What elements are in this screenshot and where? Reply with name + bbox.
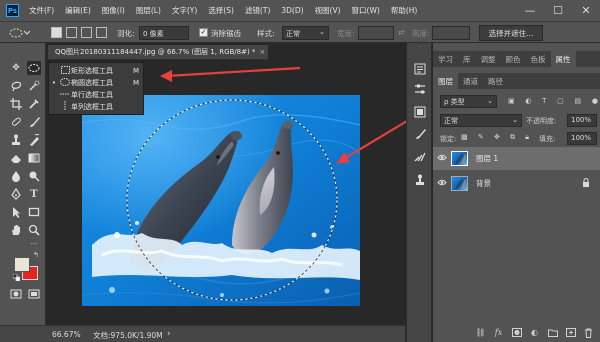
lock-position-icon[interactable]: ✥ [494,133,500,143]
new-group-icon[interactable] [546,326,559,339]
collapsed-panels-dock: ·· [406,43,432,342]
lock-icon [582,178,600,189]
filter-toggle-icon[interactable]: ● [592,97,598,107]
blend-mode-value: 正常 [444,117,458,125]
top-panel-tabs: 学习 库 调整 颜色 色板 属性 [433,51,600,67]
eye-icon[interactable] [433,154,451,163]
link-layers-icon[interactable]: ⛓︎ [474,326,487,339]
chevron-down-icon: ⌄ [487,97,493,105]
layer-filter-icons: ▣ ◐ T ▢ ▤ ● [508,97,598,107]
brushes-panel-icon[interactable] [414,151,426,163]
layer-name[interactable]: 图层 1 [476,153,600,164]
lock-image-pixels-icon[interactable]: ✎ [478,133,484,143]
blend-mode-select[interactable]: 正常 ⌄ [440,114,522,127]
opacity-label: 不透明度: [526,117,557,125]
clone-source-icon[interactable] [414,174,426,186]
status-bar: 66.67% 文档:975.0K/1.90M › [0,325,405,342]
tab-adjustments[interactable]: 调整 [476,51,501,67]
status-menu-arrow-icon[interactable]: › [167,329,171,339]
right-panels: 学习 库 调整 颜色 色板 属性 图层 通道 路径 ρ 类型 ⌄ ▣ ◐ T ▢… [433,43,600,342]
adjustment-layer-icon[interactable]: ◐ [528,326,541,339]
fill-value: 100% [571,134,592,142]
layer-kind-filter-value: ρ 类型 [444,98,465,106]
tab-properties[interactable]: 属性 [550,51,576,67]
tab-swatches[interactable]: 色板 [526,51,551,67]
layers-panel-icon[interactable] [414,106,426,118]
layer-thumbnail [451,176,468,191]
lock-all-icon[interactable]: 🔒︎ [525,133,529,143]
zoom-level[interactable]: 66.67% [52,330,81,339]
arrow-to-flyout [160,66,301,82]
layers-panel-footer: ⛓︎ fx ◐ [433,323,600,342]
type-filter-icon[interactable]: T [542,97,546,107]
chevron-down-icon: ⌄ [512,116,518,124]
smart-object-filter-icon[interactable]: ▤ [575,97,582,107]
history-panel-icon[interactable] [414,63,426,75]
layer-name[interactable]: 背景 [476,178,582,189]
layer-row[interactable]: 背景 [433,172,600,195]
tab-libraries[interactable]: 库 [458,51,476,67]
tab-paths[interactable]: 路径 [483,73,508,89]
brush-settings-icon[interactable] [414,128,426,140]
tab-learn[interactable]: 学习 [433,51,458,67]
tab-color[interactable]: 颜色 [501,51,526,67]
fill-label: 填充: [539,135,556,143]
opacity-value: 100% [571,116,592,124]
pixel-filter-icon[interactable]: ▣ [508,97,515,107]
add-mask-icon[interactable] [510,326,523,339]
new-layer-icon[interactable] [564,326,577,339]
layer-kind-filter[interactable]: ρ 类型 ⌄ [440,95,497,108]
lock-label: 锁定: [440,135,457,143]
eye-icon[interactable] [433,179,451,188]
layer-panel-tabs: 图层 通道 路径 [433,73,600,89]
dock-grip[interactable]: ·· [407,45,433,51]
document-info[interactable]: 文档:975.0K/1.90M [93,330,163,341]
lock-icons: ▩ ✎ ✥ ⧉ 🔒︎ [461,133,529,143]
lock-artboard-icon[interactable]: ⧉ [510,133,515,143]
adjustment-filter-icon[interactable]: ◐ [525,97,531,107]
layer-thumbnail [451,151,468,166]
tab-layers[interactable]: 图层 [433,73,458,89]
fill-input[interactable]: 100% [567,132,597,145]
properties-panel-body [433,67,600,72]
tab-channels[interactable]: 通道 [458,73,483,89]
layer-row[interactable]: 图层 1 [433,147,600,170]
arrow-to-selection [336,117,413,164]
layer-style-icon[interactable]: fx [492,326,505,339]
opacity-input[interactable]: 100% [567,114,597,127]
lock-transparent-pixels-icon[interactable]: ▩ [461,133,468,143]
properties-panel-icon[interactable] [414,83,426,95]
delete-layer-icon[interactable] [582,326,595,339]
shape-filter-icon[interactable]: ▢ [557,97,564,107]
